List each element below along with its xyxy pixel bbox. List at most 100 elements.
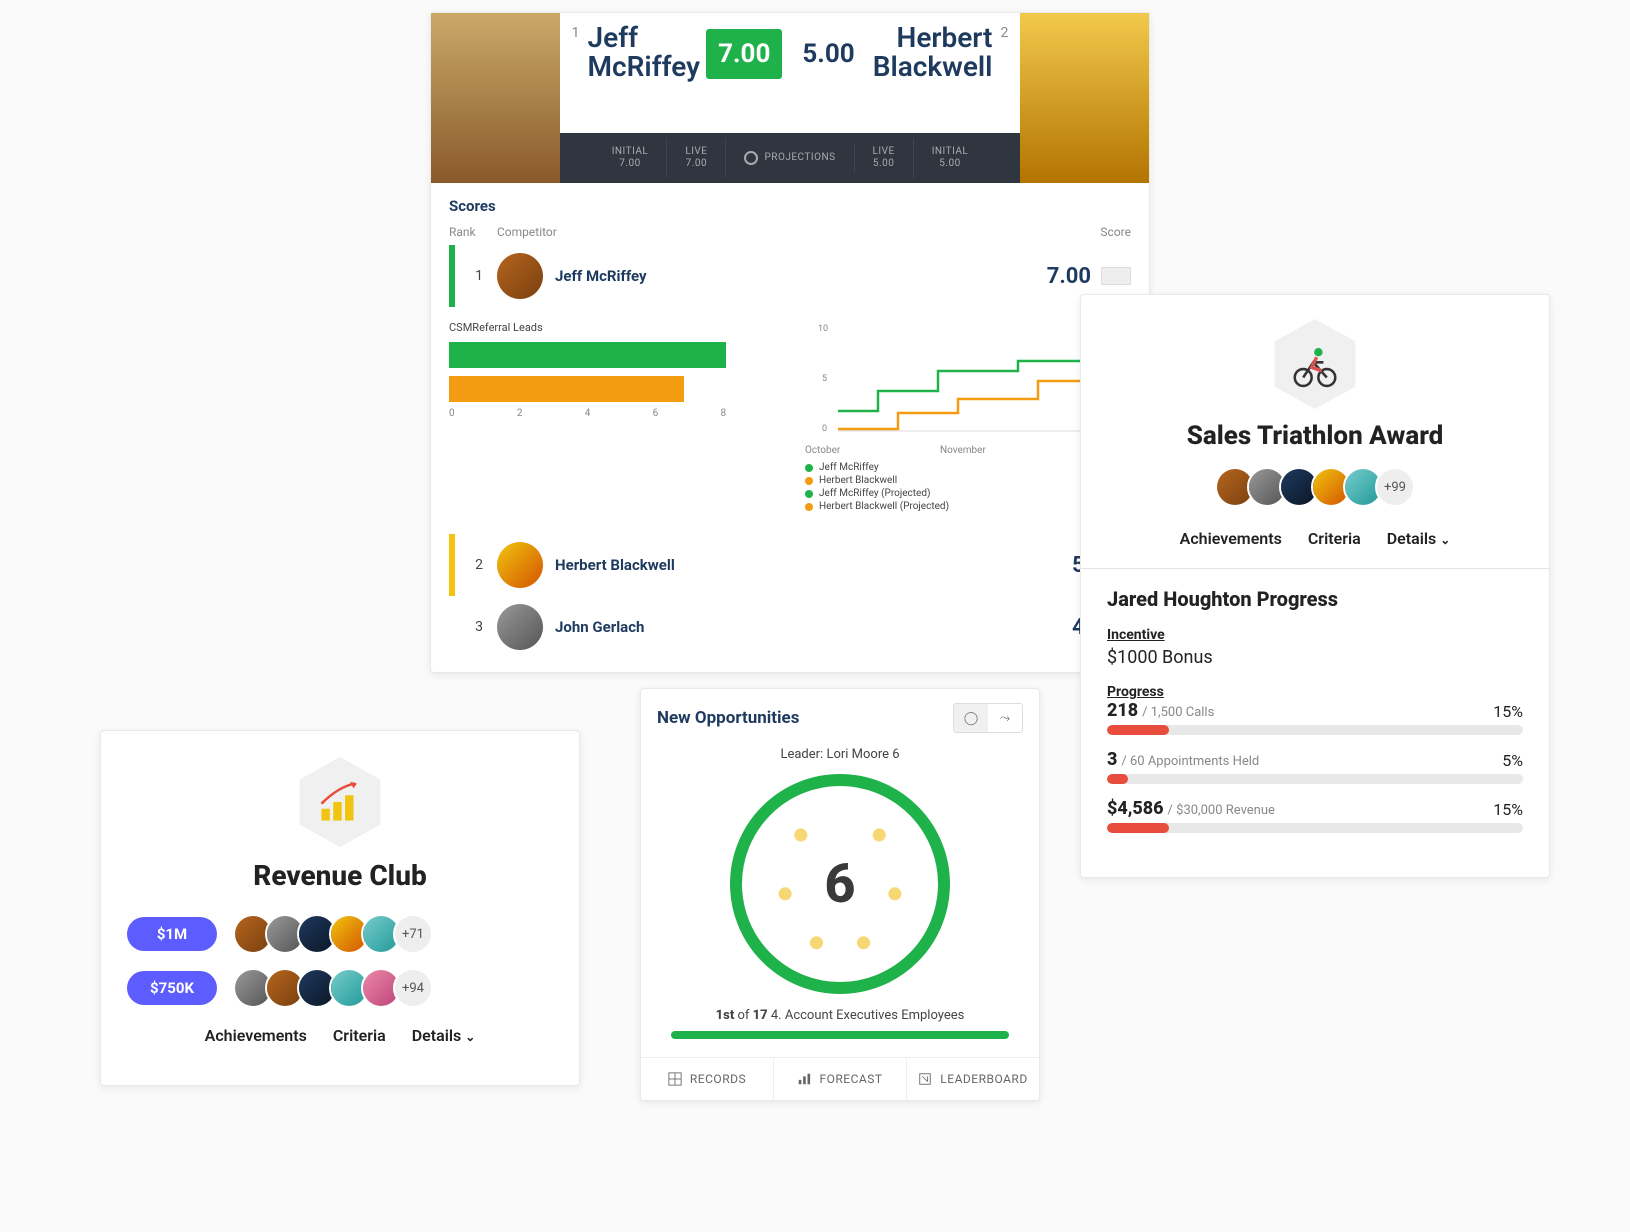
forecast-button[interactable]: FORECAST — [774, 1058, 907, 1100]
tab-details[interactable]: Details⌄ — [412, 1026, 476, 1045]
legend-dot-icon — [805, 477, 813, 485]
score-row[interactable]: 3 John Gerlach 4. — [449, 596, 1131, 658]
tab-live-right[interactable]: LIVE 5.00 — [855, 138, 914, 178]
tier-pill[interactable]: $750K — [127, 971, 217, 1005]
avatar-overflow[interactable]: +94 — [393, 968, 433, 1008]
leaderboard-icon — [918, 1072, 932, 1086]
tab-initial-right[interactable]: INITIAL 5.00 — [914, 138, 987, 178]
metric-value: $4,586 — [1107, 798, 1164, 819]
tier-avatars: +71 — [233, 914, 433, 954]
bar-series-1 — [449, 342, 726, 368]
row-score: 5. — [1011, 553, 1091, 578]
metric-target: / $30,000 Revenue — [1168, 803, 1275, 818]
tab-achievements[interactable]: Achievements — [205, 1026, 307, 1045]
avatar — [497, 542, 543, 588]
axis-tick: 2 — [517, 408, 523, 419]
chart-view-toggle[interactable]: ⤳ — [988, 704, 1022, 732]
competitor-2-rank: 2 — [1000, 25, 1008, 41]
rank-rest: 4. Account Executives Employees — [768, 1008, 965, 1023]
progress-bar — [1107, 823, 1523, 833]
gauge-view-toggle[interactable]: ◯ — [954, 704, 988, 732]
chevron-down-icon: ⌄ — [465, 1030, 475, 1044]
row-rank: 1 — [461, 268, 497, 284]
revenue-tabs: Achievements Criteria Details⌄ — [127, 1026, 553, 1045]
col-competitor: Competitor — [497, 225, 1051, 239]
competitor-1-rank: 1 — [572, 25, 580, 41]
axis-tick: November — [940, 445, 986, 456]
avatar — [497, 253, 543, 299]
tab-label: INITIAL — [612, 146, 649, 158]
rank-text: 1st of 17 4. Account Executives Employee… — [671, 1008, 1009, 1023]
tab-value: 5.00 — [932, 158, 969, 170]
avatar-overflow[interactable]: +99 — [1375, 467, 1415, 507]
competitor-1-first: Jeff — [588, 23, 701, 52]
tab-live-left[interactable]: LIVE 7.00 — [667, 138, 726, 178]
tab-criteria[interactable]: Criteria — [1308, 529, 1361, 548]
projections-icon — [744, 151, 758, 165]
score-row[interactable]: 1 Jeff McRiffey 7.00 — [449, 245, 1131, 307]
legend-dot-icon — [805, 464, 813, 472]
progress-metric: $4,586 / $30,000 Revenue 15% — [1107, 798, 1523, 833]
tier-pill[interactable]: $1M — [127, 917, 217, 951]
legend-label: Herbert Blackwell — [819, 475, 897, 486]
matchup-names: 1 Jeff McRiffey 7.00 5.00 Herbert Blackw… — [560, 13, 1021, 133]
score-right: 5.00 — [790, 29, 866, 79]
incentive-value: $1000 Bonus — [1107, 647, 1523, 668]
view-toggles: ◯ ⤳ — [953, 703, 1023, 733]
chevron-down-icon: ⌄ — [1440, 533, 1450, 547]
tab-value: 7.00 — [612, 158, 649, 170]
metric-percent: 15% — [1493, 800, 1523, 819]
records-button[interactable]: RECORDS — [641, 1058, 774, 1100]
revenue-title: Revenue Club — [127, 859, 553, 892]
row-score: 7.00 — [1011, 264, 1091, 289]
progress-metric: 3/ 60 Appointments Held 5% — [1107, 749, 1523, 784]
legend-label: Jeff McRiffey — [819, 462, 879, 473]
opportunities-footer: RECORDS FORECAST LEADERBOARD — [641, 1057, 1039, 1100]
col-score: Score — [1051, 225, 1131, 239]
tab-label: INITIAL — [932, 146, 969, 158]
svg-text:10: 10 — [818, 324, 828, 334]
tab-details[interactable]: Details⌄ — [1387, 529, 1451, 548]
cyclist-icon — [1288, 337, 1342, 391]
competitor-2-last: Blackwell — [873, 52, 993, 81]
metric-value: 3 — [1107, 749, 1117, 770]
score-row[interactable]: 2 Herbert Blackwell 5. — [449, 534, 1131, 596]
row-rank: 3 — [461, 619, 497, 635]
tab-initial-left[interactable]: INITIAL 7.00 — [594, 138, 668, 178]
competitor-2-photo — [1020, 13, 1149, 183]
row-name: Herbert Blackwell — [555, 556, 1011, 574]
bar-chart-axis: 0 2 4 6 8 — [449, 408, 726, 419]
gauge-value: 6 — [824, 853, 855, 916]
progress-label: Progress — [1107, 684, 1523, 700]
axis-tick: 8 — [720, 408, 726, 419]
revenue-badge — [295, 757, 385, 847]
metric-percent: 15% — [1493, 702, 1523, 721]
tab-achievements[interactable]: Achievements — [1180, 529, 1282, 548]
axis-tick: 0 — [449, 408, 455, 419]
grid-icon — [668, 1072, 682, 1086]
tab-label: LIVE — [873, 146, 895, 158]
tab-projections[interactable]: PROJECTIONS — [726, 143, 854, 173]
competitor-2-first: Herbert — [873, 23, 993, 52]
triathlon-avatars: +99 — [1107, 467, 1523, 507]
row-badge — [1101, 267, 1131, 285]
incentive-label: Incentive — [1107, 627, 1523, 643]
tab-value: 5.00 — [873, 158, 895, 170]
triathlon-card: Sales Triathlon Award +99 Achievements C… — [1080, 294, 1550, 878]
tab-criteria[interactable]: Criteria — [333, 1026, 386, 1045]
scores-title: Scores — [449, 197, 1131, 215]
row-score: 4. — [1011, 615, 1091, 640]
bar-chart: CSMReferral Leads 0 2 4 6 8 — [449, 321, 775, 514]
growth-chart-icon — [313, 775, 367, 829]
avatar-overflow[interactable]: +71 — [393, 914, 433, 954]
competitor-1-name: Jeff McRiffey — [588, 23, 701, 82]
gauge-wrap: 6 — [641, 768, 1039, 1004]
progress-bar — [1107, 774, 1523, 784]
bar-series-2 — [449, 376, 684, 402]
competitor-2-name: Herbert Blackwell — [873, 23, 993, 82]
progress-bar — [1107, 725, 1523, 735]
axis-tick: October — [805, 445, 840, 456]
axis-tick: 4 — [585, 408, 591, 419]
bar-chart-icon — [797, 1072, 811, 1086]
leaderboard-button[interactable]: LEADERBOARD — [907, 1058, 1039, 1100]
